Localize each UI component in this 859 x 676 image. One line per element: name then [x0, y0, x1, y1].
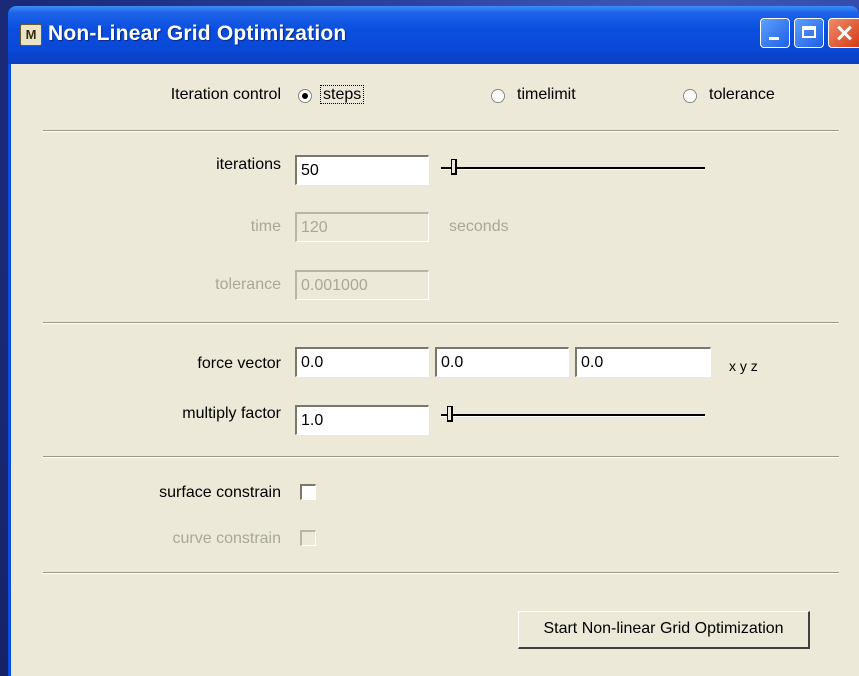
title-bar[interactable]: M Non-Linear Grid Optimization	[8, 6, 859, 64]
tolerance-label: tolerance	[215, 276, 281, 293]
iterations-slider-thumb[interactable]	[451, 159, 457, 175]
radio-steps[interactable]	[298, 89, 312, 103]
multiply-factor-slider-thumb[interactable]	[447, 406, 453, 422]
surface-constrain-label: surface constrain	[159, 484, 281, 501]
separator	[43, 130, 839, 132]
close-button[interactable]	[828, 18, 859, 48]
window-title: Non-Linear Grid Optimization	[48, 22, 347, 45]
time-label: time	[250, 218, 281, 235]
multiply-factor-input[interactable]: 1.0	[295, 405, 429, 435]
curve-constrain-checkbox[interactable]	[300, 530, 316, 546]
multiply-factor-slider[interactable]	[441, 404, 705, 426]
multiply-factor-slider-track	[441, 414, 705, 417]
iterations-input[interactable]: 50	[295, 155, 429, 185]
separator	[43, 322, 839, 324]
xyz-suffix-label: x y z	[729, 358, 758, 374]
iterations-slider-track	[441, 167, 705, 170]
iterations-label: iterations	[216, 156, 281, 173]
minimize-button[interactable]	[760, 18, 790, 48]
iterations-slider[interactable]	[441, 157, 705, 179]
curve-constrain-label: curve constrain	[172, 530, 282, 547]
force-vector-x-input[interactable]: 0.0	[295, 347, 429, 377]
radio-steps-label[interactable]: steps	[319, 85, 365, 104]
radio-timelimit[interactable]	[491, 89, 505, 103]
tolerance-input[interactable]: 0.001000	[295, 270, 429, 300]
start-optimization-button[interactable]: Start Non-linear Grid Optimization	[518, 611, 810, 649]
time-input[interactable]: 120	[295, 212, 429, 242]
app-icon: M	[20, 24, 42, 46]
force-vector-z-input[interactable]: 0.0	[575, 347, 711, 377]
force-vector-y-input[interactable]: 0.0	[435, 347, 569, 377]
iteration-control-label: Iteration control	[170, 86, 281, 103]
radio-tolerance[interactable]	[683, 89, 697, 103]
dialog-body: Iteration control steps timelimit tolera…	[11, 64, 859, 676]
maximize-button[interactable]	[794, 18, 824, 48]
time-unit-label: seconds	[449, 218, 509, 235]
separator	[43, 572, 839, 574]
dialog-window: M Non-Linear Grid Optimization Iteration…	[8, 6, 859, 676]
force-vector-label: force vector	[197, 355, 281, 372]
radio-timelimit-label[interactable]: timelimit	[517, 86, 576, 104]
separator	[43, 456, 839, 458]
multiply-factor-label: multiply factor	[182, 405, 281, 422]
radio-tolerance-label[interactable]: tolerance	[709, 86, 775, 104]
surface-constrain-checkbox[interactable]	[300, 484, 316, 500]
